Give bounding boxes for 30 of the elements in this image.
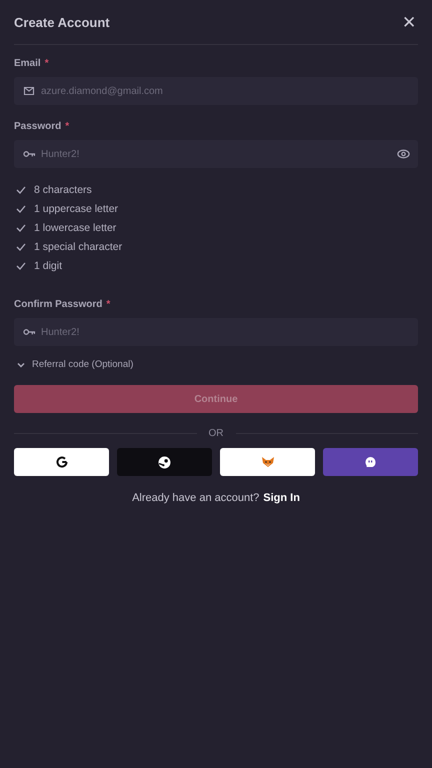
requirement-text: 1 special character xyxy=(34,241,122,253)
fox-icon xyxy=(260,456,274,468)
email-field[interactable]: azure.diamond@gmail.com xyxy=(14,77,418,105)
required-mark: * xyxy=(44,58,49,69)
field-label: Email xyxy=(14,58,41,69)
requirement-text: 1 digit xyxy=(34,260,62,272)
g-logo-icon xyxy=(56,456,68,468)
steam-logo-icon xyxy=(158,456,171,468)
requirement-text: 1 uppercase letter xyxy=(34,203,118,215)
close-button[interactable]: ✕ xyxy=(400,12,418,32)
metamask-button[interactable] xyxy=(220,448,315,476)
sign-in-link[interactable]: Sign In xyxy=(263,492,300,504)
chevron-icon xyxy=(17,362,25,368)
requirement-text: 8 characters xyxy=(34,184,92,196)
requirement-text: 1 lowercase letter xyxy=(34,222,116,234)
referral-toggle[interactable]: Referral code (Optional) xyxy=(14,359,134,370)
divider-text: OR xyxy=(208,428,224,439)
password-field[interactable]: Hunter2! xyxy=(14,318,418,346)
ghost-icon xyxy=(363,456,378,468)
field-label: Password xyxy=(14,121,62,132)
field-label: Confirm Password xyxy=(14,299,102,310)
eye-icon[interactable] xyxy=(397,149,410,159)
dialog-title: Create Account xyxy=(14,14,110,30)
ghost-button[interactable] xyxy=(323,448,418,476)
required-mark: * xyxy=(65,121,70,132)
steam-button[interactable] xyxy=(117,448,212,476)
google-button[interactable] xyxy=(14,448,109,476)
footer-text: Already have an account? xyxy=(132,492,260,504)
required-mark: * xyxy=(106,299,110,310)
password-field[interactable]: Hunter2! xyxy=(14,140,418,168)
